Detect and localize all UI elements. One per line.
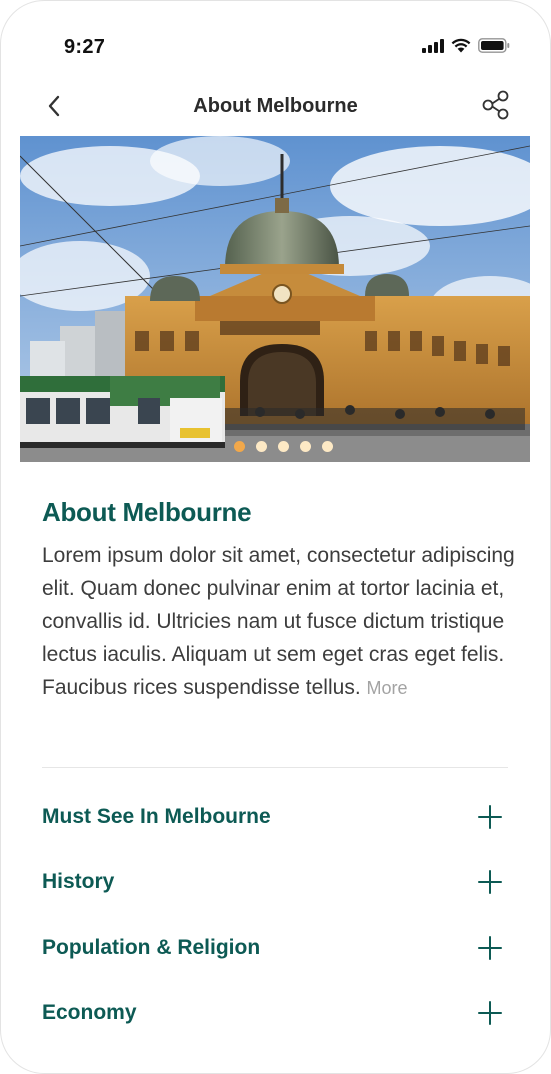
- wifi-icon: [451, 38, 471, 53]
- accordion-label: Must See In Melbourne: [42, 805, 271, 828]
- share-icon: [482, 90, 509, 120]
- hero-carousel[interactable]: [20, 136, 530, 462]
- phone-frame: 9:27 About Melbourne About Melbourne Lor…: [0, 0, 551, 1074]
- page-title: About Melbourne: [193, 95, 358, 117]
- battery-icon: [478, 38, 510, 53]
- about-heading: About Melbourne: [42, 497, 252, 527]
- about-body: Lorem ipsum dolor sit amet, consectetur …: [42, 544, 515, 699]
- plus-icon[interactable]: [478, 805, 502, 829]
- hero-image: [20, 136, 530, 462]
- carousel-dots: [20, 441, 530, 452]
- accordion-history[interactable]: History: [42, 860, 508, 904]
- carousel-dot[interactable]: [299, 441, 311, 452]
- divider: [42, 767, 508, 768]
- plus-icon[interactable]: [478, 936, 502, 960]
- accordion-label: Economy: [42, 1001, 137, 1024]
- accordion-population-religion[interactable]: Population & Religion: [42, 926, 508, 970]
- about-description: Lorem ipsum dolor sit amet, consectetur …: [42, 539, 517, 705]
- plus-icon[interactable]: [478, 870, 502, 894]
- carousel-dot[interactable]: [277, 441, 289, 452]
- status-time: 9:27: [64, 36, 106, 58]
- accordion-economy[interactable]: Economy: [42, 991, 508, 1035]
- share-button[interactable]: [478, 87, 514, 123]
- plus-icon[interactable]: [478, 1001, 502, 1025]
- status-icons: [422, 38, 510, 53]
- accordion-must-see[interactable]: Must See In Melbourne: [42, 795, 508, 839]
- status-bar: 9:27: [1, 1, 550, 71]
- nav-header: About Melbourne: [1, 81, 550, 133]
- carousel-dot[interactable]: [255, 441, 267, 452]
- carousel-dot[interactable]: [233, 441, 245, 452]
- accordion-label: Population & Religion: [42, 936, 261, 959]
- signal-icon: [422, 38, 444, 53]
- more-link[interactable]: More: [367, 678, 408, 698]
- accordion-label: History: [42, 870, 115, 893]
- carousel-dot[interactable]: [321, 441, 333, 452]
